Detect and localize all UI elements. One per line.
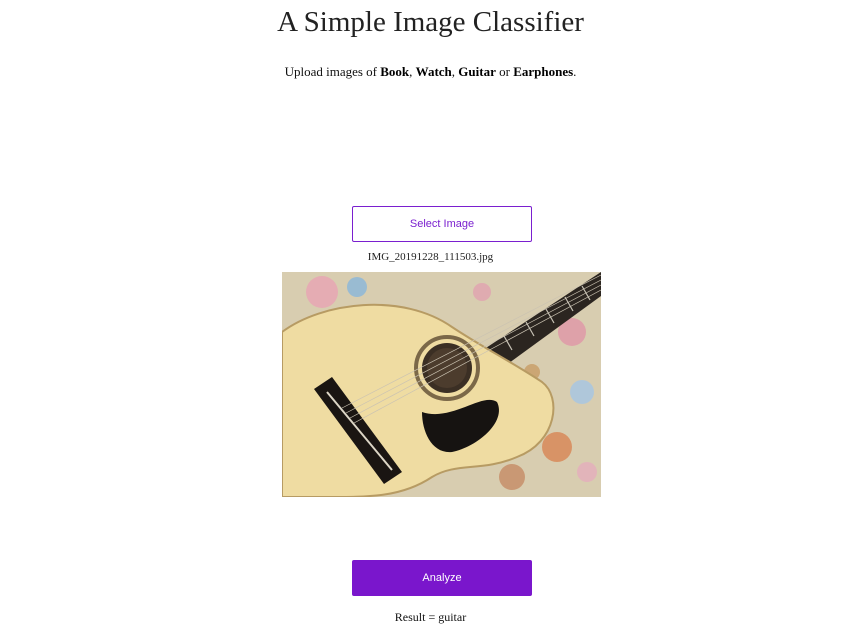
subtitle-separator: or [495, 64, 514, 79]
class-label-earphones: Earphones [513, 64, 574, 79]
class-label-guitar: Guitar [458, 64, 496, 79]
subtitle-prefix: Upload images of [284, 64, 381, 79]
guitar-photo-icon [282, 272, 601, 497]
analyze-button[interactable]: Analyze [352, 560, 532, 596]
class-label-book: Book [380, 64, 410, 79]
classification-result: Result = guitar [394, 610, 467, 624]
class-label-watch: Watch [415, 64, 452, 79]
subtitle-suffix: . [573, 64, 577, 79]
uploaded-image-preview [282, 272, 601, 497]
page-subtitle: Upload images of Book, Watch, Guitar or … [0, 63, 861, 81]
select-image-button[interactable]: Select Image [352, 206, 532, 242]
selected-filename: IMG_20191228_111503.jpg [367, 251, 494, 263]
page-title: A Simple Image Classifier [277, 6, 584, 38]
